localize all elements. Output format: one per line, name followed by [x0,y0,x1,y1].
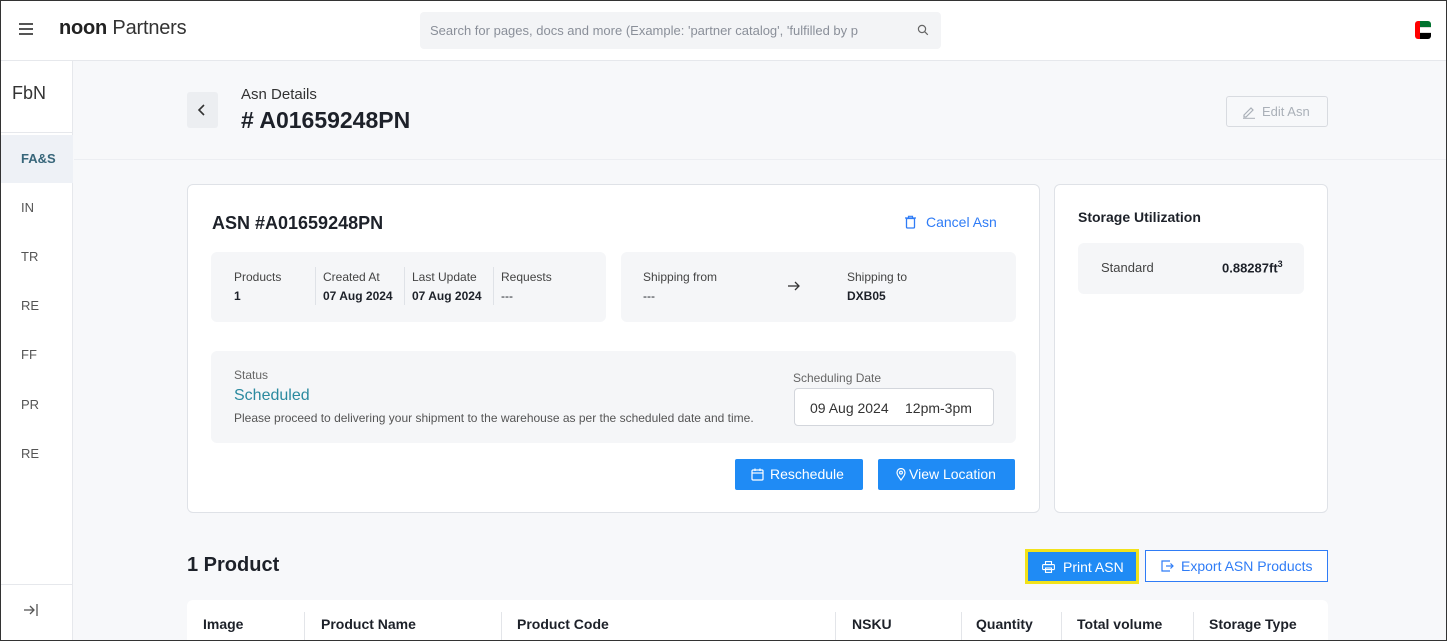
search-icon[interactable] [917,24,929,36]
column-divider [835,612,836,640]
pencil-icon [1243,107,1255,119]
view-location-button[interactable]: View Location [878,459,1015,490]
last-update-label: Last Update [412,270,477,284]
view-location-label: View Location [909,466,996,482]
sidebar-item-re[interactable]: RE [1,282,73,330]
column-header-nsku: NSKU [852,616,892,632]
edit-asn-button[interactable]: Edit Asn [1226,96,1328,127]
sidebar-item-fas[interactable]: FA&S [1,135,73,183]
status-description: Please proceed to delivering your shipme… [234,411,754,425]
sidebar-item-ff[interactable]: FF [1,331,73,379]
storage-card [1054,184,1328,513]
hamburger-icon[interactable] [19,23,33,35]
sidebar-item-in[interactable]: IN [1,184,73,232]
column-header-product-code: Product Code [517,616,609,632]
column-divider [1193,612,1194,640]
storage-type-label: Standard [1101,260,1154,275]
export-asn-products-label: Export ASN Products [1181,558,1313,574]
edit-asn-label: Edit Asn [1262,104,1310,119]
scheduling-time-value: 12pm-3pm [905,400,972,416]
shipping-box [621,252,1016,322]
top-bar: noon Partners Search for pages, docs and… [1,1,1446,61]
status-badge: Scheduled [234,387,310,404]
export-icon [1161,560,1174,572]
column-divider [501,612,502,640]
products-value: 1 [234,289,241,303]
location-pin-icon [896,468,906,481]
storage-title: Storage Utilization [1078,209,1201,225]
trash-icon [905,215,916,229]
last-update-value: 07 Aug 2024 [412,289,482,303]
scheduling-date-value: 09 Aug 2024 [810,400,889,416]
column-divider [304,612,305,640]
calendar-icon [751,468,764,481]
brand-logo[interactable]: noon Partners [59,17,187,40]
storage-unit-exponent: 3 [1277,259,1283,269]
column-header-product-name: Product Name [321,616,416,632]
scheduling-date-field: 09 Aug 2024 12pm-3pm [794,388,994,426]
column-header-image: Image [203,616,244,632]
requests-value: --- [501,289,513,303]
cancel-asn-label: Cancel Asn [926,214,997,230]
shipping-to-value: DXB05 [847,289,886,303]
created-at-value: 07 Aug 2024 [323,289,393,303]
app-frame: noon Partners Search for pages, docs and… [0,0,1447,641]
print-asn-button[interactable]: Print ASN [1025,549,1139,584]
asn-summary-box [211,252,606,322]
page-title: # A01659248PN [241,107,411,133]
collapse-right-icon[interactable] [23,603,39,617]
chevron-left-icon [197,104,205,116]
requests-label: Requests [501,270,552,284]
shipping-to-label: Shipping to [847,270,908,284]
shipping-from-value: --- [643,289,655,303]
products-title: 1 Product [187,554,280,576]
storage-value: 0.88287ft3 [1222,259,1283,275]
sidebar-item-re-2[interactable]: RE [1,430,73,478]
page-subtitle: Asn Details [241,86,317,103]
sidebar-item-tr[interactable]: TR [1,233,73,281]
column-divider [961,612,962,640]
column-divider [1061,612,1062,640]
sidebar-bottom-divider [1,584,73,585]
search-placeholder: Search for pages, docs and more (Example… [430,23,859,38]
summary-divider [493,267,494,305]
search-input[interactable]: Search for pages, docs and more (Example… [420,12,941,49]
uae-flag-icon[interactable] [1415,21,1431,39]
scheduling-date-label: Scheduling Date [793,371,882,385]
print-asn-label: Print ASN [1063,559,1124,575]
printer-icon [1042,561,1055,573]
brand-bold: noon [59,17,108,39]
storage-volume: 0.88287ft [1222,260,1278,276]
sidebar-item-pr[interactable]: PR [1,381,73,429]
arrow-right-icon [788,281,800,291]
sidebar-divider [1,132,73,133]
export-asn-products-button[interactable]: Export ASN Products [1145,550,1328,582]
sidebar-header: FbN [12,83,47,103]
column-header-total-volume: Total volume [1077,616,1163,632]
column-header-quantity: Quantity [976,616,1033,632]
column-header-storage-type: Storage Type [1209,616,1297,632]
created-at-label: Created At [323,270,380,284]
sidebar: FbN FA&S IN TR RE FF PR RE [1,61,73,640]
products-label: Products [234,270,282,284]
shipping-from-label: Shipping from [643,270,718,284]
brand-rest: Partners [107,17,187,39]
summary-divider [404,267,405,305]
reschedule-label: Reschedule [770,466,844,482]
status-label: Status [234,368,269,382]
summary-divider [315,267,316,305]
asn-title: ASN #A01659248PN [212,213,384,233]
back-button[interactable] [187,92,218,128]
reschedule-button[interactable]: Reschedule [735,459,863,490]
